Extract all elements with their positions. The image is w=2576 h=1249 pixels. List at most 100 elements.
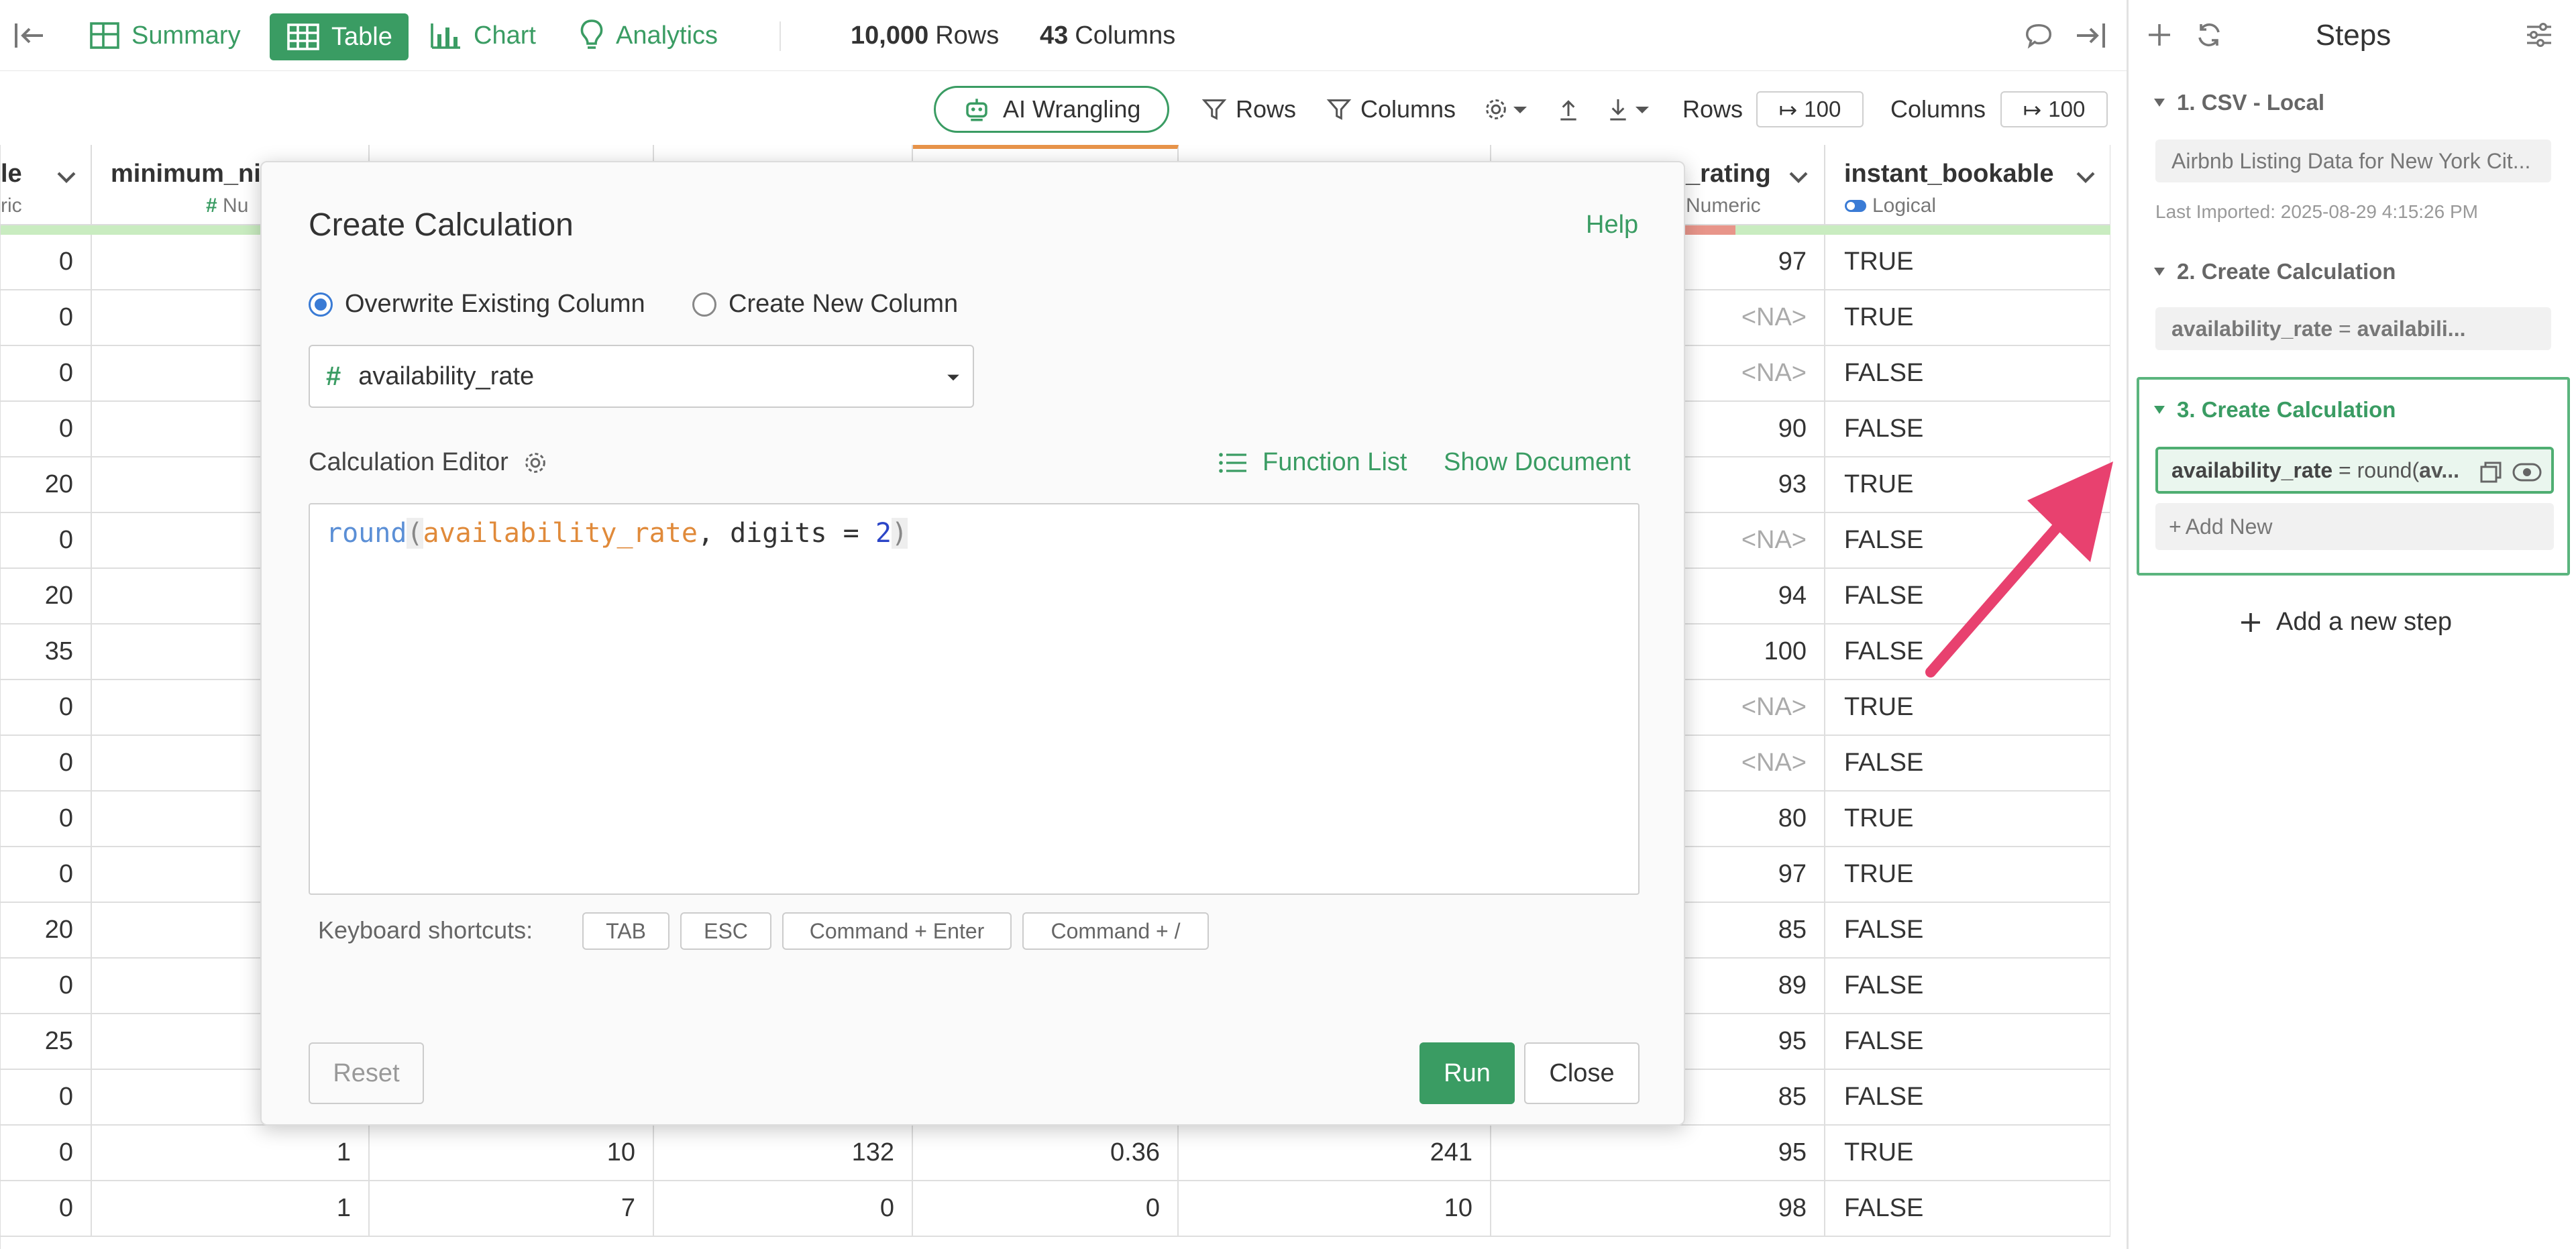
collapse-left-icon[interactable]: [12, 0, 47, 71]
arrow-right-bar-icon: ↦: [2023, 97, 2042, 122]
table-cell[interactable]: 1: [92, 1126, 370, 1181]
export-icon[interactable]: [1555, 86, 1582, 133]
add-new-step-label: Add a new step: [2276, 608, 2452, 636]
column-name: _rating: [1686, 160, 1771, 188]
chevron-down-icon[interactable]: [2074, 165, 2098, 189]
table-cell[interactable]: 20: [1, 457, 92, 513]
table-cell[interactable]: 132: [654, 1126, 913, 1181]
table-cell[interactable]: 10: [1179, 1181, 1491, 1237]
caret-down-icon: [947, 374, 959, 381]
table-cell[interactable]: FALSE: [1825, 903, 2110, 959]
columns-limit-value: 100: [2048, 97, 2086, 121]
table-cell[interactable]: 35: [1, 624, 92, 680]
download-dropdown[interactable]: [1605, 86, 1650, 133]
table-cell[interactable]: TRUE: [1825, 847, 2110, 903]
tab-analytics[interactable]: Analytics: [578, 0, 718, 71]
step-1-header[interactable]: 1. CSV - Local: [2153, 90, 2324, 115]
table-cell[interactable]: 0: [1, 402, 92, 457]
table-cell[interactable]: 0: [1, 346, 92, 402]
tab-chart[interactable]: Chart: [429, 0, 536, 71]
tab-table[interactable]: Table: [270, 13, 409, 60]
filter-icon: [1201, 99, 1227, 120]
step-1-item[interactable]: Airbnb Listing Data for New York Cit...: [2155, 140, 2551, 182]
help-link[interactable]: Help: [1586, 211, 1638, 239]
table-cell[interactable]: 20: [1, 903, 92, 959]
table-cell[interactable]: 0: [1, 1126, 92, 1181]
table-cell[interactable]: 0: [1, 680, 92, 736]
table-cell[interactable]: 0: [1, 513, 92, 569]
table-cell[interactable]: 1: [92, 1181, 370, 1237]
table-cell[interactable]: 0: [1, 1181, 92, 1237]
step-3-item[interactable]: availability_rate = round( av...: [2155, 447, 2554, 494]
table-cell[interactable]: TRUE: [1825, 680, 2110, 736]
step-2-item[interactable]: availability_rate = availabili...: [2155, 307, 2551, 350]
table-cell[interactable]: TRUE: [1825, 235, 2110, 290]
ai-wrangling-button[interactable]: AI Wrangling: [934, 86, 1170, 133]
collapse-right-icon[interactable]: [2073, 0, 2108, 71]
table-cell[interactable]: 0: [1, 235, 92, 290]
table-cell[interactable]: 10: [370, 1126, 654, 1181]
column-header[interactable]: instant_bookable Logical: [1825, 145, 2110, 225]
add-new-substep[interactable]: + Add New: [2155, 503, 2554, 550]
table-cell[interactable]: 95: [1491, 1126, 1825, 1181]
table-cell[interactable]: 0: [654, 1181, 913, 1237]
table-cell[interactable]: 0: [1, 959, 92, 1014]
columns-count-value: 43: [1040, 21, 1069, 50]
code-number: 2: [875, 518, 892, 549]
settings-dropdown[interactable]: [1483, 86, 1528, 133]
table-cell[interactable]: TRUE: [1825, 1126, 2110, 1181]
show-document-link[interactable]: Show Document: [1444, 448, 1631, 477]
run-button[interactable]: Run: [1419, 1042, 1515, 1104]
add-new-step-button[interactable]: Add a new step: [2240, 608, 2452, 637]
overwrite-existing-radio[interactable]: Overwrite Existing Column: [309, 290, 645, 319]
reset-button[interactable]: Reset: [309, 1042, 424, 1104]
table-cell[interactable]: TRUE: [1825, 290, 2110, 346]
close-button[interactable]: Close: [1524, 1042, 1640, 1104]
chevron-down-icon[interactable]: [1786, 165, 1811, 189]
function-list-link[interactable]: Function List: [1218, 448, 1407, 477]
table-cell[interactable]: FALSE: [1825, 346, 2110, 402]
table-cell[interactable]: 0: [1, 290, 92, 346]
tab-summary-label: Summary: [131, 21, 241, 50]
table-cell[interactable]: 0: [1, 847, 92, 903]
table-cell[interactable]: TRUE: [1825, 792, 2110, 847]
eye-toggle-icon[interactable]: [2512, 461, 2542, 483]
table-cell[interactable]: 98: [1491, 1181, 1825, 1237]
lightbulb-icon: [580, 19, 603, 49]
table-cell[interactable]: 25: [1, 1014, 92, 1070]
table-cell[interactable]: FALSE: [1825, 1070, 2110, 1126]
numeric-icon: #: [326, 361, 341, 391]
step-3-header[interactable]: 3. Create Calculation: [2153, 397, 2396, 423]
column-header[interactable]: le ric: [1, 145, 92, 225]
rows-filter-button[interactable]: Rows: [1201, 86, 1296, 133]
table-cell[interactable]: 0.36: [913, 1126, 1179, 1181]
table-cell[interactable]: 0: [1, 792, 92, 847]
column-select[interactable]: # availability_rate: [309, 345, 974, 408]
tab-table-label: Table: [331, 22, 392, 51]
table-cell[interactable]: 0: [1, 1070, 92, 1126]
table-cell[interactable]: FALSE: [1825, 736, 2110, 792]
table-cell[interactable]: FALSE: [1825, 1014, 2110, 1070]
step-2-header[interactable]: 2. Create Calculation: [2153, 259, 2396, 284]
create-new-column-radio[interactable]: Create New Column: [692, 290, 958, 319]
comment-icon[interactable]: [2023, 0, 2054, 71]
chevron-down-icon: [1513, 107, 1527, 113]
copy-icon[interactable]: [2479, 460, 2503, 484]
table-cell[interactable]: 20: [1, 569, 92, 624]
gear-icon[interactable]: [522, 449, 549, 476]
columns-limit-button[interactable]: ↦ 100: [2000, 91, 2108, 127]
chevron-down-icon[interactable]: [54, 165, 78, 189]
table-cell[interactable]: FALSE: [1825, 1181, 2110, 1237]
rows-filter-label: Rows: [1236, 95, 1297, 123]
table-cell[interactable]: 241: [1179, 1126, 1491, 1181]
table-cell[interactable]: FALSE: [1825, 959, 2110, 1014]
table-cell[interactable]: 7: [370, 1181, 654, 1237]
table-cell[interactable]: 0: [1, 736, 92, 792]
tab-summary[interactable]: Summary: [89, 0, 241, 71]
table-cell[interactable]: 0: [913, 1181, 1179, 1237]
summary-grid-icon: [90, 22, 119, 49]
calculation-editor[interactable]: round(availability_rate, digits = 2): [309, 503, 1640, 895]
sliders-icon[interactable]: [2524, 20, 2554, 50]
rows-limit-button[interactable]: ↦ 100: [1756, 91, 1864, 127]
columns-filter-button[interactable]: Columns: [1326, 86, 1456, 133]
